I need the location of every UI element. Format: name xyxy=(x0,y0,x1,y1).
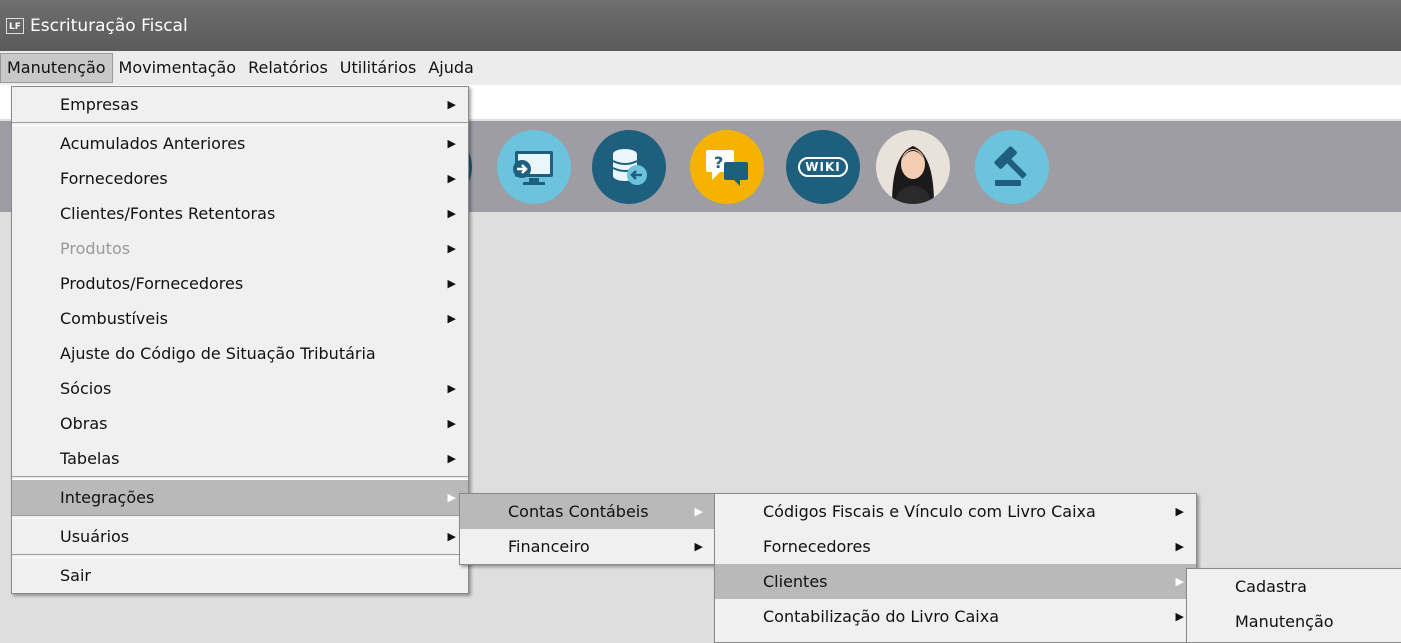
menu-movimentacao[interactable]: Movimentação xyxy=(113,54,243,82)
menu-item-label: Sócios xyxy=(60,379,112,398)
submenu-arrow-icon: ▶ xyxy=(1175,610,1184,623)
menu-item-label: Cadastra xyxy=(1235,577,1307,596)
submenu-arrow-icon: ▶ xyxy=(447,417,456,430)
menu-item-manutencao[interactable]: Manutenção xyxy=(1187,604,1401,639)
menu-item-label: Manutenção xyxy=(1235,612,1334,631)
menu-item-label: Tabelas xyxy=(60,449,120,468)
menu-item-clientes[interactable]: Clientes ▶ xyxy=(715,564,1196,599)
submenu-arrow-icon: ▶ xyxy=(1175,540,1184,553)
submenu-arrow-icon: ▶ xyxy=(447,98,456,111)
chat-help-icon[interactable]: ? xyxy=(690,130,764,204)
menu-item-label: Contabilização do Livro Caixa xyxy=(763,607,1000,626)
menu-item-label: Códigos Fiscais e Vínculo com Livro Caix… xyxy=(763,502,1096,521)
menu-item-label: Integrações xyxy=(60,488,155,507)
title-bar: LF Escrituração Fiscal xyxy=(0,0,1401,51)
submenu-arrow-icon: ▶ xyxy=(447,277,456,290)
menu-item-fornecedores[interactable]: Fornecedores ▶ xyxy=(12,161,468,196)
submenu-arrow-icon: ▶ xyxy=(694,505,703,518)
database-transfer-icon[interactable] xyxy=(592,130,666,204)
menu-item-socios[interactable]: Sócios ▶ xyxy=(12,371,468,406)
menu-item-label: Acumulados Anteriores xyxy=(60,134,246,153)
menu-item-label: Clientes/Fontes Retentoras xyxy=(60,204,276,223)
submenu-arrow-icon: ▶ xyxy=(1175,505,1184,518)
submenu-arrow-icon: ▶ xyxy=(447,172,456,185)
wiki-icon[interactable]: WIKI xyxy=(786,130,860,204)
window-title: Escrituração Fiscal xyxy=(30,15,188,36)
menu-item-fornecedores-cc[interactable]: Fornecedores ▶ xyxy=(715,529,1196,564)
submenu-arrow-icon: ▶ xyxy=(447,491,456,504)
submenu-arrow-icon: ▶ xyxy=(447,242,456,255)
menu-item-combustiveis[interactable]: Combustíveis ▶ xyxy=(12,301,468,336)
menu-item-label: Clientes xyxy=(763,572,828,591)
menu-item-contabilizacao-livro-caixa[interactable]: Contabilização do Livro Caixa ▶ xyxy=(715,599,1196,634)
contas-contabeis-submenu: Códigos Fiscais e Vínculo com Livro Caix… xyxy=(714,493,1197,643)
menu-bar: Manutenção Movimentação Relatórios Utili… xyxy=(0,51,1401,85)
menu-item-produtos: Produtos ▶ xyxy=(12,231,468,266)
menu-item-label: Financeiro xyxy=(508,537,590,556)
menu-item-contas-contabeis[interactable]: Contas Contábeis ▶ xyxy=(460,494,715,529)
assistant-avatar-icon[interactable] xyxy=(876,130,950,204)
menu-item-label: Fornecedores xyxy=(60,169,168,188)
menu-item-tabelas[interactable]: Tabelas ▶ xyxy=(12,441,468,476)
menu-item-label: Fornecedores xyxy=(763,537,871,556)
menu-manutencao[interactable]: Manutenção xyxy=(0,53,113,83)
menu-item-integracoes[interactable]: Integrações ▶ xyxy=(12,480,468,515)
gavel-icon[interactable] xyxy=(975,130,1049,204)
help-question-mark: ? xyxy=(714,153,723,172)
submenu-arrow-icon: ▶ xyxy=(447,452,456,465)
menu-item-label: Obras xyxy=(60,414,108,433)
submenu-arrow-icon: ▶ xyxy=(1175,575,1184,588)
menu-item-obras[interactable]: Obras ▶ xyxy=(12,406,468,441)
menu-item-label: Usuários xyxy=(60,527,130,546)
submenu-arrow-icon: ▶ xyxy=(447,312,456,325)
menu-item-cadastra[interactable]: Cadastra xyxy=(1187,569,1401,604)
menu-item-acumulados-anteriores[interactable]: Acumulados Anteriores ▶ xyxy=(12,126,468,161)
wiki-label: WIKI xyxy=(798,157,848,177)
menu-utilitarios[interactable]: Utilitários xyxy=(334,54,423,82)
menu-item-ajuste-cst[interactable]: Ajuste do Código de Situação Tributária xyxy=(12,336,468,371)
submenu-arrow-icon: ▶ xyxy=(694,540,703,553)
menu-item-clientes-fontes[interactable]: Clientes/Fontes Retentoras ▶ xyxy=(12,196,468,231)
menu-item-label: Produtos xyxy=(60,239,131,258)
menu-item-label: Contas Contábeis xyxy=(508,502,649,521)
monitor-transfer-icon[interactable] xyxy=(497,130,571,204)
menu-item-produtos-fornecedores[interactable]: Produtos/Fornecedores ▶ xyxy=(12,266,468,301)
submenu-arrow-icon: ▶ xyxy=(447,207,456,220)
menu-item-label: Combustíveis xyxy=(60,309,168,328)
submenu-arrow-icon: ▶ xyxy=(447,382,456,395)
menu-item-label: Ajuste do Código de Situação Tributária xyxy=(60,344,376,363)
menu-item-label: Empresas xyxy=(60,95,139,114)
menu-ajuda[interactable]: Ajuda xyxy=(422,54,480,82)
submenu-arrow-icon: ▶ xyxy=(447,137,456,150)
app-logo-icon: LF xyxy=(6,17,24,34)
menu-item-label: Produtos/Fornecedores xyxy=(60,274,244,293)
submenu-arrow-icon: ▶ xyxy=(447,530,456,543)
menu-item-empresas[interactable]: Empresas ▶ xyxy=(12,87,468,122)
menu-item-label: Sair xyxy=(60,566,91,585)
menu-item-codigos-fiscais[interactable]: Códigos Fiscais e Vínculo com Livro Caix… xyxy=(715,494,1196,529)
integracoes-submenu: Contas Contábeis ▶ Financeiro ▶ xyxy=(459,493,716,565)
menu-item-sair[interactable]: Sair xyxy=(12,558,468,593)
menu-item-financeiro[interactable]: Financeiro ▶ xyxy=(460,529,715,564)
menu-item-usuarios[interactable]: Usuários ▶ xyxy=(12,519,468,554)
menu-relatorios[interactable]: Relatórios xyxy=(242,54,334,82)
manutencao-dropdown: Empresas ▶ Acumulados Anteriores ▶ Fornece… xyxy=(11,86,469,594)
clientes-submenu: Cadastra Manutenção xyxy=(1186,568,1401,643)
